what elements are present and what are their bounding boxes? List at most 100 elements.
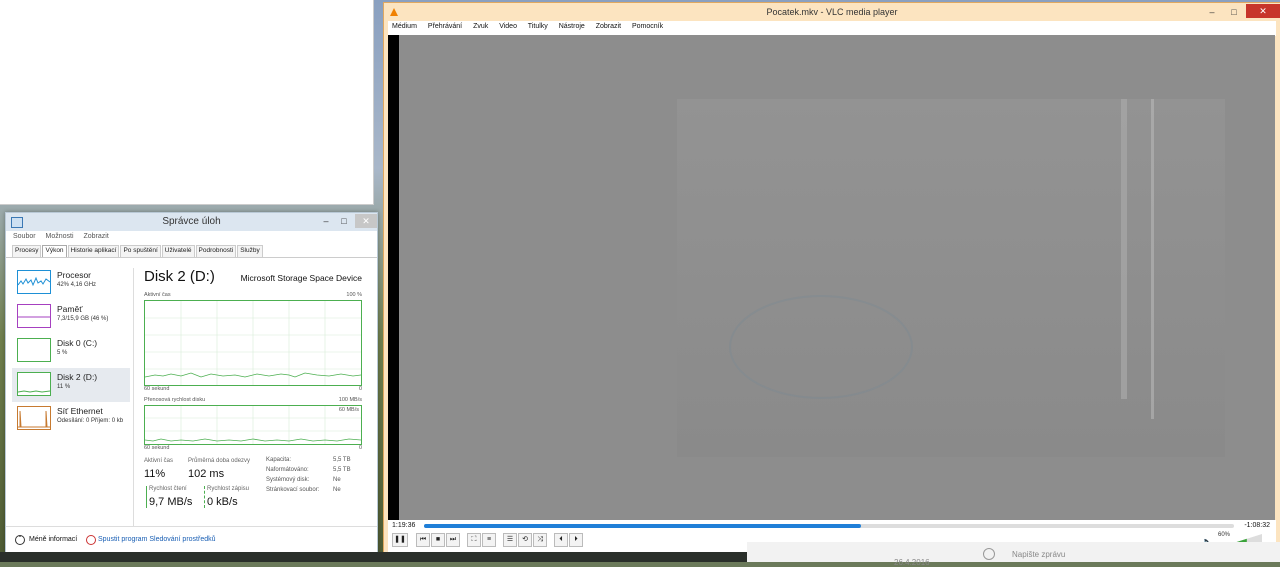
disk-model: Microsoft Storage Space Device bbox=[240, 273, 362, 283]
ethernet-mini-graph bbox=[17, 406, 51, 430]
remaining-time[interactable]: -1:08:32 bbox=[1244, 522, 1270, 529]
fullscreen-icon[interactable]: ⛶ bbox=[467, 533, 481, 547]
menu-titulky[interactable]: Titulky bbox=[528, 23, 548, 30]
active-time-graph bbox=[144, 300, 362, 386]
minimize-button[interactable]: – bbox=[317, 214, 335, 228]
video-artifact-region bbox=[677, 99, 1225, 457]
cpu-mini-graph bbox=[17, 270, 51, 294]
video-artifact-streak bbox=[1151, 99, 1154, 419]
response-time-label: Průměrná doba odezvy bbox=[188, 458, 251, 464]
write-rate-value: 0 kB/s bbox=[207, 496, 238, 508]
transfer-graph-label: Přenosová rychlost disku bbox=[144, 397, 206, 403]
graph2-min-label: 0 bbox=[358, 445, 362, 451]
menu-soubor[interactable]: Soubor bbox=[13, 233, 36, 240]
menu-pomocnik[interactable]: Pomocník bbox=[632, 23, 663, 30]
date-text: 26.4.2016 bbox=[894, 558, 930, 567]
write-rate-label: Rychlost zápisu bbox=[207, 486, 250, 492]
disk2-mini-graph bbox=[17, 372, 51, 396]
disk-title: Disk 2 (D:) bbox=[144, 268, 215, 285]
tab-sluzby[interactable]: Služby bbox=[237, 245, 263, 257]
panel-divider bbox=[133, 268, 134, 526]
page-file-label: Stránkovací soubor: bbox=[266, 487, 320, 493]
sidebar-item-sub: 42% 4,16 GHz bbox=[57, 282, 97, 288]
video-frame bbox=[399, 35, 1275, 520]
page-file-value: Ne bbox=[333, 487, 341, 493]
vlc-maximize-button[interactable]: □ bbox=[1224, 6, 1244, 18]
resource-monitor-link[interactable]: Spustit program Sledování prostředků bbox=[98, 536, 216, 543]
sidebar-item-sub: 5 % bbox=[57, 350, 68, 356]
menu-medium[interactable]: Médium bbox=[392, 23, 417, 30]
read-rate-value: 9,7 MB/s bbox=[149, 496, 193, 508]
tab-historie-aplikaci[interactable]: Historie aplikací bbox=[67, 245, 120, 257]
frame-forward-icon[interactable]: ⏵ bbox=[569, 533, 583, 547]
vlc-minimize-button[interactable]: – bbox=[1202, 6, 1222, 18]
sidebar-item-cpu[interactable]: Procesor 42% 4,16 GHz bbox=[12, 266, 130, 300]
sidebar-item-memory[interactable]: Paměť 7,3/15,9 GB (46 %) bbox=[12, 300, 130, 334]
vlc-window-title: Pocatek.mkv - VLC media player bbox=[766, 7, 898, 17]
emoji-icon[interactable] bbox=[983, 548, 995, 560]
read-rate-marker bbox=[146, 486, 147, 508]
tab-po-spusteni[interactable]: Po spuštění bbox=[120, 245, 161, 257]
tab-bar: Procesy Výkon Historie aplikací Po spušt… bbox=[12, 245, 264, 257]
vlc-menu-bar: Médium Přehrávání Zvuk Video Titulky Nás… bbox=[388, 21, 1276, 36]
stop-button[interactable]: ■ bbox=[431, 533, 445, 547]
seek-bar-progress bbox=[424, 524, 862, 528]
transfer-graph-max: 100 MB/s bbox=[338, 397, 362, 403]
extended-settings-icon[interactable]: ≡ bbox=[482, 533, 496, 547]
disk0-mini-graph bbox=[17, 338, 51, 362]
close-button[interactable]: ✕ bbox=[355, 214, 377, 228]
sidebar-item-sub: Odesílání: 0 Příjem: 0 kb bbox=[57, 418, 124, 424]
fewer-details-link[interactable]: Méně informací bbox=[29, 536, 77, 543]
pause-button[interactable]: ❚❚ bbox=[392, 533, 408, 547]
formatted-label: Naformátováno: bbox=[266, 467, 309, 473]
menu-bar: Soubor Možnosti Zobrazit bbox=[6, 231, 377, 245]
menu-zobrazit[interactable]: Zobrazit bbox=[84, 233, 109, 240]
video-artifact-streak bbox=[1121, 99, 1127, 399]
tab-podrobnosti[interactable]: Podrobnosti bbox=[195, 245, 237, 257]
previous-chapter-icon[interactable]: ⏮ bbox=[416, 533, 430, 547]
sidebar-item-label: Disk 2 (D:) bbox=[57, 372, 98, 382]
sidebar-item-sub: 7,3/15,9 GB (46 %) bbox=[57, 316, 109, 322]
menu-prehravani[interactable]: Přehrávání bbox=[428, 23, 462, 30]
vlc-close-button[interactable]: ✕ bbox=[1246, 4, 1280, 18]
sidebar-item-disk0[interactable]: Disk 0 (C:) 5 % bbox=[12, 334, 130, 368]
capacity-value: 5,5 TB bbox=[333, 457, 351, 463]
vlc-titlebar[interactable]: Pocatek.mkv - VLC media player – □ ✕ bbox=[384, 3, 1280, 21]
capacity-label: Kapacita: bbox=[266, 457, 292, 463]
sidebar-item-ethernet[interactable]: Síť Ethernet Odesílání: 0 Příjem: 0 kb bbox=[12, 402, 130, 436]
sidebar-item-disk2[interactable]: Disk 2 (D:) 11 % bbox=[12, 368, 130, 402]
menu-video[interactable]: Video bbox=[499, 23, 517, 30]
chevron-up-icon[interactable]: ˆ bbox=[15, 535, 25, 545]
formatted-value: 5,5 TB bbox=[333, 467, 351, 473]
tab-vykon[interactable]: Výkon bbox=[42, 245, 67, 257]
sidebar-item-label: Disk 0 (C:) bbox=[57, 338, 98, 348]
playlist-icon[interactable]: ☰ bbox=[503, 533, 517, 547]
tab-uzivatele[interactable]: Uživatelé bbox=[161, 245, 195, 257]
maximize-button[interactable]: □ bbox=[335, 214, 353, 228]
menu-zobrazit[interactable]: Zobrazit bbox=[596, 23, 621, 30]
transfer-rate-graph: 60 MB/s bbox=[144, 405, 362, 445]
menu-moznosti[interactable]: Možnosti bbox=[46, 233, 74, 240]
system-disk-label: Systémový disk: bbox=[266, 477, 310, 483]
loop-icon[interactable]: ⟲ bbox=[518, 533, 532, 547]
write-rate-marker bbox=[204, 486, 205, 508]
menu-zvuk[interactable]: Zvuk bbox=[473, 23, 488, 30]
task-manager-titlebar[interactable]: Správce úloh – □ ✕ bbox=[6, 213, 377, 231]
next-chapter-icon[interactable]: ⏭ bbox=[446, 533, 460, 547]
seek-bar[interactable] bbox=[424, 524, 1234, 528]
shuffle-icon[interactable]: ⤨ bbox=[533, 533, 547, 547]
frame-back-icon[interactable]: ⏴ bbox=[554, 533, 568, 547]
video-area[interactable] bbox=[388, 35, 1275, 520]
video-artifact-shape bbox=[729, 295, 913, 399]
graph2-x-label: 60 sekund bbox=[144, 445, 170, 451]
active-time-stat-label: Aktivní čas bbox=[144, 458, 174, 464]
resource-monitor-icon bbox=[86, 535, 96, 545]
active-time-graph-label: Aktivní čas bbox=[144, 292, 171, 298]
message-placeholder: Napište zprávu bbox=[1012, 550, 1066, 559]
graph1-x-label: 60 sekund bbox=[144, 386, 170, 392]
menu-nastroje[interactable]: Nástroje bbox=[559, 23, 585, 30]
elapsed-time: 1:19:36 bbox=[392, 522, 416, 529]
tab-procesy[interactable]: Procesy bbox=[12, 245, 42, 257]
active-time-stat-value: 11% bbox=[144, 468, 166, 480]
background-window bbox=[0, 0, 374, 205]
